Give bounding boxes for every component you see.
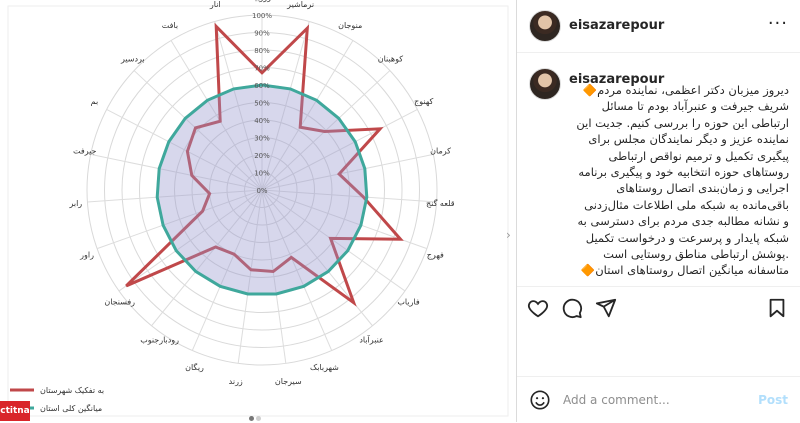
post-header: eisazarepour ··· bbox=[517, 0, 800, 53]
paper-plane-icon[interactable] bbox=[591, 293, 621, 323]
category-label: بافت bbox=[162, 21, 178, 30]
category-label: فارياب bbox=[397, 297, 419, 306]
category-label: سیرجان bbox=[275, 377, 302, 386]
radial-tick-label: 70% bbox=[254, 65, 270, 73]
carousel-dot bbox=[249, 416, 254, 421]
legend-label: میانگین کلی استان bbox=[40, 403, 102, 413]
site-logo: ctitna bbox=[0, 401, 30, 421]
category-label: بردسیر bbox=[120, 54, 145, 63]
category-label: ریگان bbox=[185, 362, 204, 372]
radial-tick-label: 90% bbox=[254, 30, 270, 38]
category-label: راور bbox=[79, 251, 94, 260]
comment-bar: Post bbox=[517, 376, 800, 423]
radial-tick-label: 40% bbox=[254, 117, 270, 125]
heart-icon[interactable] bbox=[523, 293, 553, 323]
radial-tick-label: 50% bbox=[254, 100, 270, 108]
category-label: بم bbox=[91, 97, 99, 106]
category-label: شهربابک bbox=[310, 363, 339, 372]
more-options-icon[interactable]: ··· bbox=[768, 13, 788, 34]
comment-input[interactable] bbox=[561, 387, 755, 413]
post-sidebar: eisazarepour ··· eisazarepour دیروز میزب… bbox=[517, 0, 800, 422]
category-label: عنبرآباد bbox=[359, 335, 383, 345]
caption-text: دیروز میزبان دکتر اعظمی، نماینده مردم🔶 ش… bbox=[576, 83, 789, 278]
action-bar bbox=[517, 286, 800, 329]
radial-tick-label: 80% bbox=[254, 47, 270, 55]
post-comment-button[interactable]: Post bbox=[758, 393, 788, 407]
radial-tick-label: 100% bbox=[252, 12, 272, 20]
legend-label: به تفکیک شهرستان bbox=[40, 386, 104, 395]
header-username[interactable]: eisazarepour bbox=[569, 18, 664, 33]
radar-chart: 0% 10% 20% 30% 40% 50% 60% 70% 80% 90% 100% ارزوییه… bbox=[7, 0, 509, 417]
category-label: منوجان bbox=[338, 21, 362, 30]
carousel-dots bbox=[248, 406, 262, 422]
category-label: جیرفت bbox=[73, 147, 97, 156]
radial-tick-label: 10% bbox=[254, 170, 270, 178]
next-slide-icon[interactable]: › bbox=[506, 228, 516, 244]
category-label: رودبارجنوب bbox=[140, 336, 179, 345]
category-label: فهرج bbox=[427, 251, 444, 260]
radial-tick-label: 0% bbox=[256, 187, 267, 195]
carousel-dot bbox=[256, 416, 261, 421]
category-label: رابر bbox=[68, 199, 82, 208]
category-label: ارزوییه bbox=[251, 0, 274, 2]
category-label: انار bbox=[209, 0, 221, 9]
category-label: کهنوج bbox=[414, 97, 433, 106]
category-label: کوهبنان bbox=[378, 54, 403, 63]
radial-tick-label: 20% bbox=[254, 152, 270, 160]
bookmark-icon[interactable] bbox=[762, 293, 792, 323]
radial-tick-label: 30% bbox=[254, 135, 270, 143]
emoji-icon[interactable] bbox=[525, 385, 555, 415]
avatar[interactable] bbox=[529, 10, 561, 42]
post-media: 0% 10% 20% 30% 40% 50% 60% 70% 80% 90% 100% ارزوییه… bbox=[0, 0, 517, 422]
category-label: رفسنجان bbox=[104, 297, 135, 306]
radial-tick-label: 60% bbox=[254, 82, 270, 90]
caption-area: eisazarepour دیروز میزبان دکتر اعظمی، نم… bbox=[517, 60, 800, 286]
category-label: نرماشیر bbox=[286, 0, 314, 9]
category-label: کرمان bbox=[430, 147, 451, 156]
comment-icon[interactable] bbox=[557, 293, 587, 323]
category-label: زرند bbox=[229, 377, 243, 386]
category-label: قلعه گنج bbox=[426, 198, 455, 208]
